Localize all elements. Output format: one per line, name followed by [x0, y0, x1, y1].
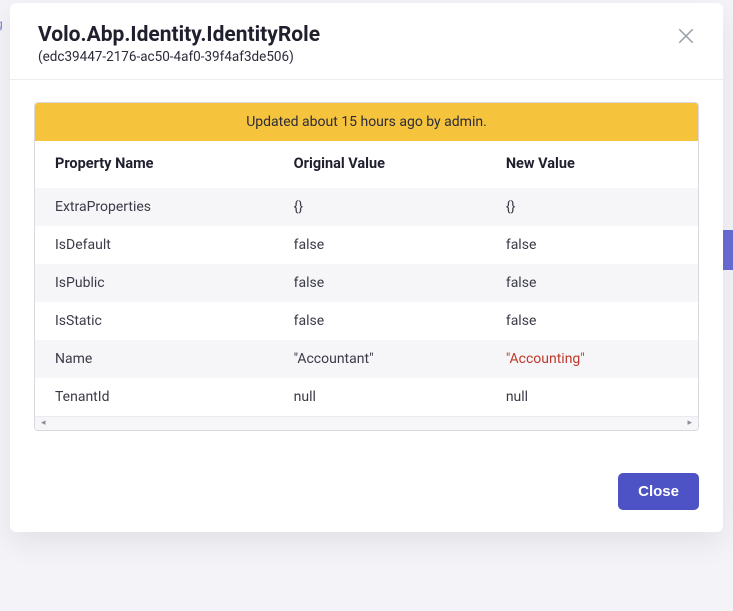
- cell-property-name: IsStatic: [35, 302, 274, 340]
- table-row: IsStaticfalsefalse: [35, 302, 698, 340]
- table-row: TenantIdnullnull: [35, 378, 698, 416]
- changes-table: Property Name Original Value New Value E…: [35, 141, 698, 416]
- background-accent-bar: [723, 230, 733, 270]
- table-header-row: Property Name Original Value New Value: [35, 141, 698, 188]
- col-new-value: New Value: [486, 141, 698, 188]
- cell-new-value: "Accounting": [486, 340, 698, 378]
- col-property-name: Property Name: [35, 141, 274, 188]
- background-fragment: g: [0, 17, 3, 31]
- cell-property-name: TenantId: [35, 378, 274, 416]
- changes-panel: Updated about 15 hours ago by admin. Pro…: [34, 102, 699, 431]
- dialog-header: Volo.Abp.Identity.IdentityRole (edc39447…: [10, 3, 723, 79]
- table-row: ExtraProperties{}{}: [35, 188, 698, 226]
- dialog-footer: Close: [10, 455, 723, 532]
- cell-new-value: false: [486, 264, 698, 302]
- update-banner: Updated about 15 hours ago by admin.: [35, 103, 698, 141]
- cell-new-value: {}: [486, 188, 698, 226]
- cell-property-name: Name: [35, 340, 274, 378]
- dialog-title: Volo.Abp.Identity.IdentityRole: [38, 23, 677, 47]
- cell-original-value: false: [274, 226, 486, 264]
- cell-property-name: IsPublic: [35, 264, 274, 302]
- audit-change-dialog: Volo.Abp.Identity.IdentityRole (edc39447…: [10, 3, 723, 532]
- cell-new-value: false: [486, 226, 698, 264]
- close-icon[interactable]: [677, 27, 695, 45]
- cell-original-value: "Accountant": [274, 340, 486, 378]
- cell-original-value: false: [274, 302, 486, 340]
- col-original-value: Original Value: [274, 141, 486, 188]
- horizontal-scrollbar[interactable]: ◂ ▸: [35, 416, 698, 430]
- dialog-subtitle: (edc39447-2176-ac50-4af0-39f4af3de506): [38, 49, 677, 65]
- cell-original-value: false: [274, 264, 486, 302]
- cell-original-value: null: [274, 378, 486, 416]
- scroll-right-icon[interactable]: ▸: [687, 418, 692, 428]
- table-row: IsPublicfalsefalse: [35, 264, 698, 302]
- table-row: Name"Accountant""Accounting": [35, 340, 698, 378]
- cell-property-name: IsDefault: [35, 226, 274, 264]
- close-button[interactable]: Close: [618, 473, 699, 510]
- table-row: IsDefaultfalsefalse: [35, 226, 698, 264]
- dialog-body: Updated about 15 hours ago by admin. Pro…: [10, 80, 723, 455]
- cell-property-name: ExtraProperties: [35, 188, 274, 226]
- cell-original-value: {}: [274, 188, 486, 226]
- changes-table-wrap: Property Name Original Value New Value E…: [35, 141, 698, 416]
- cell-new-value: null: [486, 378, 698, 416]
- cell-new-value: false: [486, 302, 698, 340]
- scroll-left-icon[interactable]: ◂: [41, 418, 46, 428]
